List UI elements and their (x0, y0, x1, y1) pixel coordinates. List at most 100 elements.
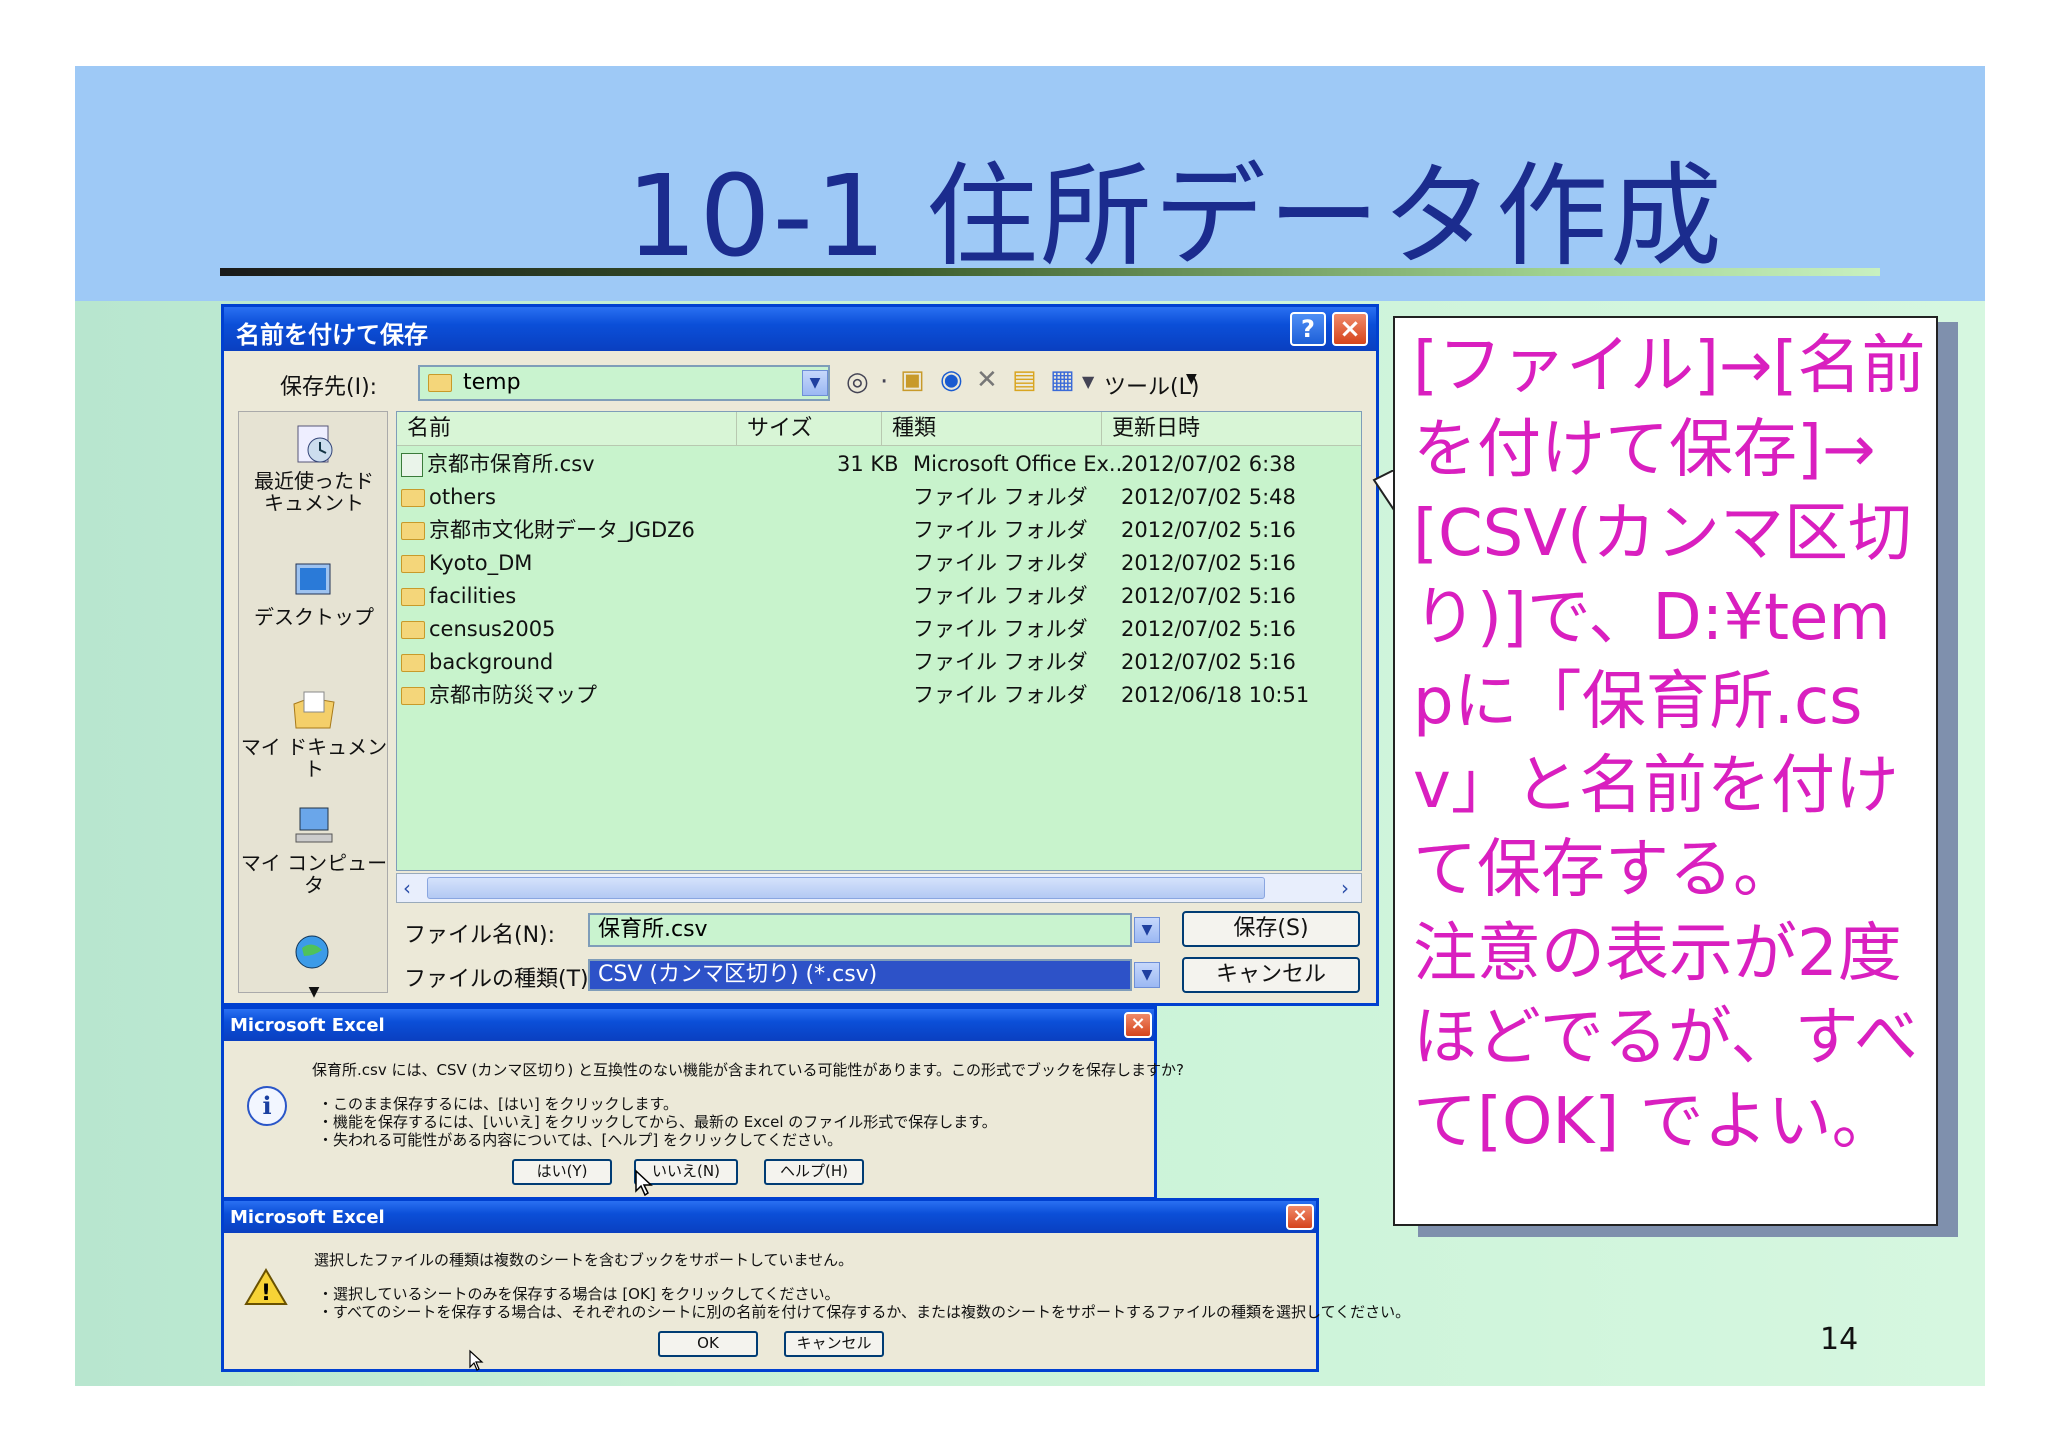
compatibility-warning-dialog: Microsoft Excel × i 保育所.csv には、CSV (カンマ区… (221, 1006, 1184, 1200)
msg2-line-3: ・すべてのシートを保存する場合は、それぞれのシートに別の名前を付けて保存するか、… (318, 1303, 1411, 1321)
file-row[interactable]: 京都市保育所.csv 31 KB Microsoft Office Ex.. 2012… (397, 448, 1361, 481)
tools-dropdown-icon[interactable]: ▼ (1186, 371, 1197, 387)
mouse-cursor-icon (635, 1169, 653, 1197)
folder-icon (401, 621, 425, 639)
file-name: 京都市文化財データ_JGDZ6 (429, 518, 695, 542)
place-recent-documents[interactable]: 最近使ったド キュメント (239, 422, 389, 514)
save-in-dropdown-arrow[interactable]: ▼ (802, 370, 828, 396)
place-desktop[interactable]: デスクトップ (239, 558, 389, 628)
scroll-left-icon[interactable]: ‹ (403, 876, 411, 900)
file-row[interactable]: 京都市防災マップ ファイル フォルダ 2012/06/18 10:51 (397, 679, 1361, 712)
msg1-close-button[interactable]: × (1124, 1012, 1152, 1038)
search-web-icon[interactable]: ◉ (940, 365, 963, 395)
help-button[interactable]: ? (1290, 312, 1326, 346)
mouse-cursor-icon (469, 1349, 484, 1371)
file-size: 31 KB (837, 452, 899, 476)
save-as-dialog: 名前を付けて保存 ? × 保存先(I): temp ▼ ◎ · ▣ ◉ ✕ ▤ … (221, 304, 1379, 1006)
column-type[interactable]: 種類 (882, 412, 1102, 446)
my-computer-icon (295, 807, 333, 843)
file-modified: 2012/07/02 5:16 (1121, 551, 1296, 575)
file-name: census2005 (429, 617, 556, 641)
file-modified: 2012/06/18 10:51 (1121, 683, 1310, 707)
yes-button[interactable]: はい(Y) (512, 1159, 612, 1185)
page-number: 14 (1820, 1322, 1859, 1357)
msg1-line-3: ・機能を保存するには、[いいえ] をクリックしてから、最新の Excel のファ… (318, 1113, 997, 1131)
slide-title: 10-1 住所データ作成 (626, 152, 1724, 282)
folder-icon (401, 654, 425, 672)
recent-documents-icon (297, 425, 333, 463)
msg1-help-button[interactable]: ヘルプ(H) (764, 1159, 864, 1185)
file-type: Microsoft Office Ex.. (913, 452, 1123, 476)
file-row[interactable]: census2005 ファイル フォルダ 2012/07/02 5:16 (397, 613, 1361, 646)
svg-text:i: i (262, 1091, 271, 1120)
file-row[interactable]: background ファイル フォルダ 2012/07/02 5:16 (397, 646, 1361, 679)
folder-icon (401, 687, 425, 705)
dropdown-small-icon[interactable]: · (880, 367, 888, 397)
new-folder-icon[interactable]: ▤ (1012, 365, 1037, 395)
file-type: ファイル フォルダ (913, 551, 1088, 575)
file-row[interactable]: others ファイル フォルダ 2012/07/02 5:48 (397, 481, 1361, 514)
file-row[interactable]: facilities ファイル フォルダ 2012/07/02 5:16 (397, 580, 1361, 613)
filename-dropdown-arrow[interactable]: ▼ (1134, 917, 1160, 943)
place-label-my-computer: マイ コンピュータ (240, 851, 388, 897)
msg1-titlebar[interactable]: Microsoft Excel × (224, 1009, 1154, 1041)
save-dialog-title: 名前を付けて保存 (236, 321, 428, 349)
msg1-line-4: ・失われる可能性がある内容については、[ヘルプ] をクリックしてください。 (318, 1131, 843, 1149)
filetype-dropdown-arrow[interactable]: ▼ (1134, 962, 1160, 988)
file-modified: 2012/07/02 5:48 (1121, 485, 1296, 509)
file-row[interactable]: 京都市文化財データ_JGDZ6 ファイル フォルダ 2012/07/02 5:16 (397, 514, 1361, 547)
file-row[interactable]: Kyoto_DM ファイル フォルダ 2012/07/02 5:16 (397, 547, 1361, 580)
place-label-recent: 最近使ったド キュメント (254, 469, 374, 515)
folder-icon (401, 555, 425, 573)
back-icon[interactable]: ◎ (846, 367, 869, 397)
file-modified: 2012/07/02 5:16 (1121, 584, 1296, 608)
save-button[interactable]: 保存(S) (1182, 911, 1360, 947)
column-name[interactable]: 名前 (397, 412, 737, 446)
folder-icon (428, 374, 452, 392)
scroll-right-icon[interactable]: › (1341, 876, 1349, 900)
msg2-line-1: 選択したファイルの種類は複数のシートを含むブックをサポートしていません。 (314, 1251, 854, 1269)
msg2-titlebar[interactable]: Microsoft Excel × (224, 1201, 1316, 1233)
msg2-close-button[interactable]: × (1286, 1204, 1314, 1230)
info-icon: i (247, 1086, 287, 1126)
msg2-line-2: ・選択しているシートのみを保存する場合は [OK] をクリックしてください。 (318, 1285, 840, 1303)
up-folder-icon[interactable]: ▣ (900, 365, 925, 395)
filename-input[interactable]: 保育所.csv (588, 913, 1132, 947)
column-size[interactable]: サイズ (737, 412, 882, 446)
scroll-thumb[interactable] (427, 877, 1265, 899)
msg2-title: Microsoft Excel (230, 1207, 385, 1228)
multiple-sheets-warning-dialog: Microsoft Excel × ! 選択したファイルの種類は複数のシートを含… (221, 1198, 1410, 1372)
close-button[interactable]: × (1332, 312, 1368, 346)
place-my-documents[interactable]: マイ ドキュメント (239, 688, 389, 780)
place-network[interactable]: ▼ (239, 930, 389, 1003)
file-type: ファイル フォルダ (913, 584, 1088, 608)
file-modified: 2012/07/02 5:16 (1121, 518, 1296, 542)
views-dropdown-icon[interactable]: ▼ (1082, 367, 1094, 397)
file-name: background (429, 650, 554, 674)
place-my-computer[interactable]: マイ コンピュータ (239, 804, 389, 896)
save-in-select[interactable]: temp (418, 365, 830, 401)
place-label-my-documents: マイ ドキュメント (240, 735, 388, 781)
title-underline (220, 268, 1880, 276)
filetype-label: ファイルの種類(T): (404, 967, 597, 992)
file-name: 京都市防災マップ (429, 683, 597, 707)
cancel-button[interactable]: キャンセル (1182, 957, 1360, 993)
file-type: ファイル フォルダ (913, 617, 1088, 641)
msg1-line-2: ・このまま保存するには、[はい] をクリックします。 (318, 1095, 678, 1113)
delete-icon[interactable]: ✕ (976, 365, 998, 395)
filename-label: ファイル名(N): (404, 923, 556, 948)
column-modified[interactable]: 更新日時 (1102, 412, 1361, 446)
csv-file-icon (401, 453, 423, 477)
file-name: facilities (429, 584, 517, 608)
msg2-cancel-button[interactable]: キャンセル (784, 1331, 884, 1357)
folder-icon (401, 588, 425, 606)
places-scroll-down-icon[interactable]: ▼ (309, 984, 320, 1000)
filetype-select[interactable]: CSV (カンマ区切り) (*.csv) (588, 959, 1132, 991)
save-dialog-titlebar[interactable]: 名前を付けて保存 ? × (224, 307, 1376, 351)
file-name: others (429, 485, 496, 509)
horizontal-scrollbar[interactable]: ‹ › (396, 873, 1362, 903)
views-icon[interactable]: ▦ (1050, 365, 1075, 395)
ok-button[interactable]: OK (658, 1331, 758, 1357)
file-name: 京都市保育所.csv (427, 452, 595, 476)
save-in-label: 保存先(I): (280, 375, 378, 400)
